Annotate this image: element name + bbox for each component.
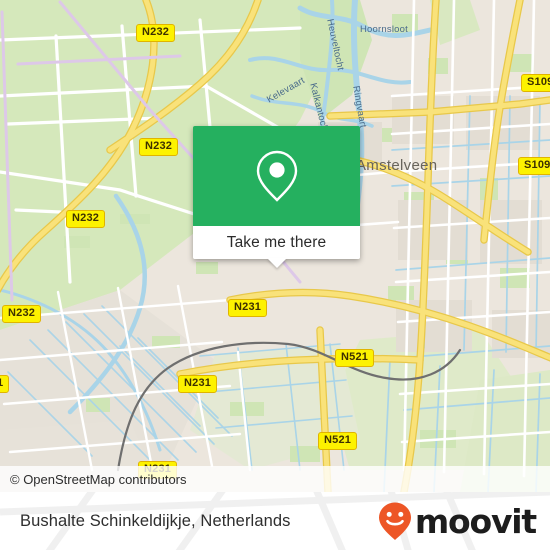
take-me-there-button[interactable]: Take me there: [193, 226, 360, 259]
attribution-text: © OpenStreetMap contributors: [10, 471, 187, 487]
callout-pointer: [266, 258, 287, 268]
map-pin-icon: [256, 150, 297, 202]
road-shield: S109: [518, 157, 550, 175]
road-shield: N231: [178, 375, 218, 393]
road-shield: N232: [139, 138, 179, 156]
road-shield: S109: [521, 74, 550, 92]
footer-bar: Bushalte Schinkeldijkje, Netherlands moo…: [0, 492, 550, 550]
moovit-pin-smiley-icon: [378, 502, 411, 540]
road-shield: N232: [66, 210, 106, 228]
road-shield: N232: [136, 24, 176, 42]
road-shield: 1: [0, 375, 10, 393]
map-canvas[interactable]: N232 N232 N232 N232 N231 N231 N231 N521 …: [0, 0, 550, 492]
moovit-station-map-page: N232 N232 N232 N232 N231 N231 N231 N521 …: [0, 0, 550, 550]
road-shield: N232: [2, 305, 42, 323]
place-label-amstelveen: Amstelveen: [356, 157, 438, 174]
moovit-wordmark: moovit: [414, 501, 537, 541]
destination-callout-card[interactable]: Take me there: [193, 126, 360, 268]
page-title: Bushalte Schinkeldijkje, Netherlands: [20, 511, 291, 530]
road-shield: N521: [318, 432, 358, 450]
map-attribution[interactable]: © OpenStreetMap contributors: [0, 466, 550, 492]
road-shield: N521: [335, 349, 375, 367]
callout-icon-area: [193, 126, 360, 226]
road-shield: N231: [228, 299, 268, 317]
moovit-logo[interactable]: moovit: [377, 492, 537, 550]
water-label: Hoornsloot: [360, 24, 408, 35]
